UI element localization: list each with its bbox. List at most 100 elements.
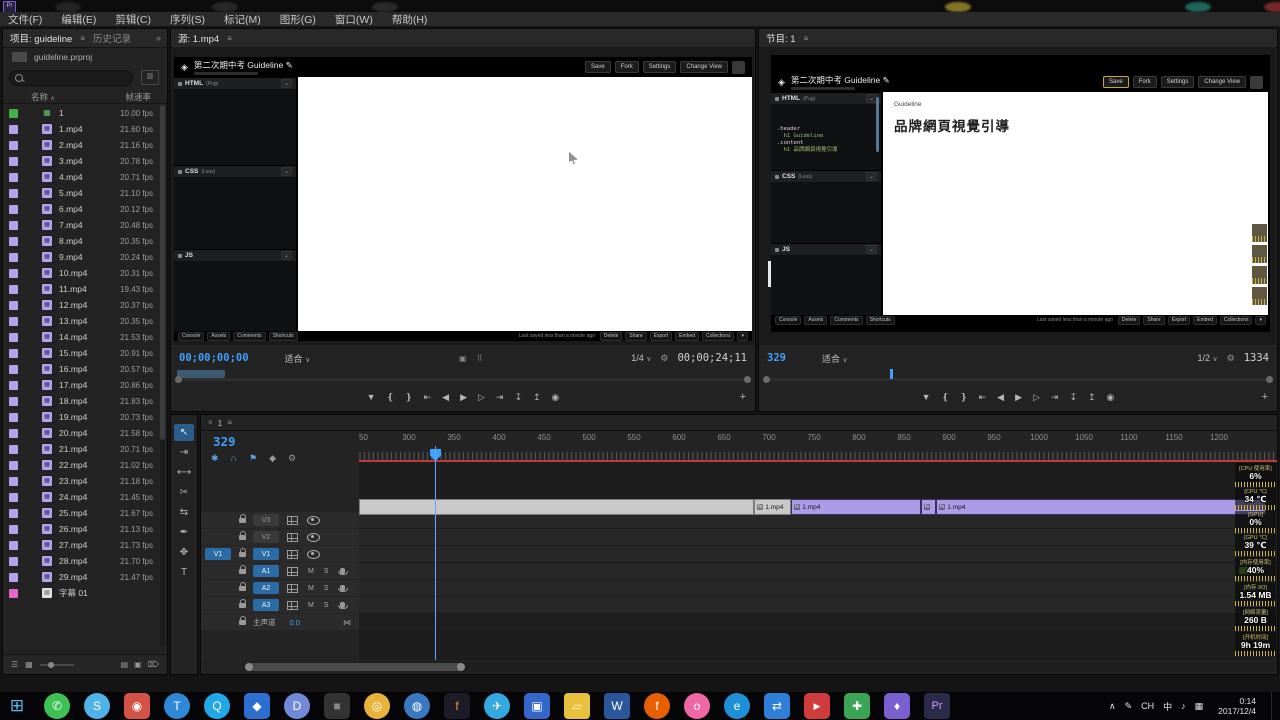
label-color-chip[interactable] [9,125,18,134]
tab-source-monitor[interactable]: 源: 1.mp4 [178,31,219,45]
label-color-chip[interactable] [9,285,18,294]
label-color-chip[interactable] [9,173,18,182]
timeline-clip[interactable]: fx [921,499,936,515]
menu-item[interactable]: 帮助(H) [392,12,428,27]
table-row[interactable]: ▦ 8.mp4 20.35 fps [3,233,159,249]
table-row[interactable]: ▦ 12.mp4 20.37 fps [3,297,159,313]
step-forward-icon[interactable]: ▷ [1033,392,1040,403]
lock-icon[interactable] [239,535,246,540]
eye-icon[interactable] [307,550,320,559]
taskbar-word-icon[interactable]: W [604,693,630,719]
taskbar-telegram-icon[interactable]: ✈ [484,693,510,719]
add-marker-icon[interactable]: ▼ [367,392,376,402]
label-color-chip[interactable] [9,269,18,278]
overwrite-icon[interactable]: ↥ [1088,392,1096,403]
label-color-chip[interactable] [9,205,18,214]
play-icon[interactable]: ▶ [1015,392,1022,403]
taskbar-qq-icon[interactable]: Q [204,693,230,719]
label-color-chip[interactable] [9,317,18,326]
taskbar-sync-app-icon[interactable]: ⇄ [764,693,790,719]
resolution-dropdown[interactable]: 1/4 ∨ [631,353,651,363]
table-row[interactable]: ▦ 20.mp4 21.58 fps [3,425,159,441]
clip-name[interactable]: 18.mp4 [59,396,87,406]
table-row[interactable]: ▦ 21.mp4 20.71 fps [3,441,159,457]
clip-name[interactable]: 23.mp4 [59,476,87,486]
lock-icon[interactable] [239,569,246,574]
label-color-chip[interactable] [9,141,18,150]
label-color-chip[interactable] [9,525,18,534]
project-file-name[interactable]: guideline.prproj [34,52,92,62]
close-icon[interactable]: × [208,418,213,427]
monitor-grid-icon[interactable]: ⠿ [477,354,483,363]
timeline-clip[interactable]: fx 1.mp4 [791,499,921,515]
fit-dropdown[interactable]: 适合 ∨ [822,352,848,365]
tab-overflow-icon[interactable]: » [156,33,161,43]
track-content[interactable] [359,597,1277,613]
taskbar-chrome-icon[interactable]: ◎ [364,693,390,719]
clip-name[interactable]: 字幕 01 [59,587,88,599]
hand-tool[interactable]: ✥ [174,544,194,561]
go-to-out-icon[interactable]: ⇥ [496,392,504,403]
clip-name[interactable]: 6.mp4 [59,204,83,214]
table-row[interactable]: ▦ 18.mp4 21.83 fps [3,393,159,409]
clip-name[interactable]: 1.mp4 [59,124,83,134]
clip-name[interactable]: 22.mp4 [59,460,87,470]
label-color-chip[interactable] [9,189,18,198]
pen-tool[interactable]: ✒ [174,524,194,541]
razor-tool[interactable]: ✂ [174,484,194,501]
mute-button[interactable]: M [308,602,314,609]
add-marker-icon[interactable]: ▼ [922,392,931,402]
fit-dropdown[interactable]: 适合 ∨ [285,352,311,365]
track-content[interactable] [359,546,1277,562]
step-forward-icon[interactable]: ▷ [478,392,485,403]
clip-name[interactable]: 1 [59,108,64,118]
track-output-icon[interactable] [287,584,298,593]
table-row[interactable]: ▦ 字幕 01 [3,585,159,601]
label-color-chip[interactable] [9,413,18,422]
source-scrub-bar[interactable] [171,370,755,383]
resolution-dropdown[interactable]: 1/2 ∨ [1197,353,1217,363]
label-color-chip[interactable] [9,509,18,518]
clip-name[interactable]: 8.mp4 [59,236,83,246]
timeline-timecode[interactable]: 329 [213,434,236,449]
track-target-button[interactable]: V1 [253,548,279,560]
ripple-edit-tool[interactable]: ⟷ [174,464,194,481]
mic-icon[interactable] [340,602,345,608]
track-target-button[interactable]: V3 [253,514,279,526]
list-view-icon[interactable]: ☰ [11,660,18,669]
lock-icon[interactable] [239,552,246,557]
column-name[interactable]: 名称 ∧ [31,91,55,103]
clip-name[interactable]: 25.mp4 [59,508,87,518]
panel-menu-icon[interactable]: ≡ [804,34,809,43]
program-timecode[interactable]: 329 [767,352,786,364]
clip-name[interactable]: 14.mp4 [59,332,87,342]
mark-out-icon[interactable]: ❵ [405,392,413,403]
menu-item[interactable]: 窗口(W) [335,12,373,27]
slip-tool[interactable]: ⇆ [174,504,194,521]
taskbar-browser-icon[interactable]: ◍ [404,693,430,719]
label-color-chip[interactable] [9,253,18,262]
panel-menu-icon[interactable]: ≡ [227,418,232,427]
track-output-icon[interactable] [287,533,298,542]
table-row[interactable]: ▦ 13.mp4 20.35 fps [3,313,159,329]
menu-item[interactable]: 文件(F) [8,12,42,27]
taskbar-media-app-icon[interactable]: ◉ [124,693,150,719]
label-color-chip[interactable] [9,237,18,246]
time-ruler[interactable]: 5030035040045050055060065070075080085090… [359,432,1277,461]
table-row[interactable]: ▦ 23.mp4 21.18 fps [3,473,159,489]
clip-name[interactable]: 12.mp4 [59,300,87,310]
new-item-icon[interactable]: ▣ [134,660,142,669]
taskbar-blue-app-icon[interactable]: ▣ [524,693,550,719]
taskbar-chat-app-icon[interactable]: ◆ [244,693,270,719]
mark-in-icon[interactable]: ❴ [387,392,395,403]
table-row[interactable]: ▦ 22.mp4 21.02 fps [3,457,159,473]
table-row[interactable]: ▦ 3.mp4 20.78 fps [3,153,159,169]
taskbar-edge-icon[interactable]: e [724,693,750,719]
clip-name[interactable]: 21.mp4 [59,444,87,454]
label-color-chip[interactable] [9,493,18,502]
zoom-scrollbar[interactable] [765,378,1271,381]
pan-icon[interactable]: ⋈ [343,618,351,627]
ime-mode-icon[interactable]: 中 [1163,700,1172,713]
project-scrollbar[interactable] [160,105,165,646]
label-color-chip[interactable] [9,109,18,118]
